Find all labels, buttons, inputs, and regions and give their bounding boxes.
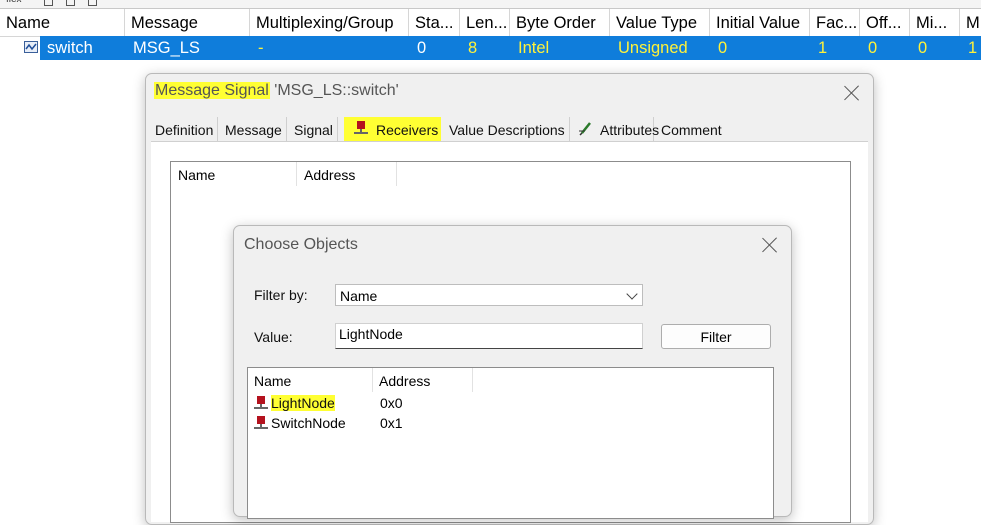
column-header-max[interactable]: M	[960, 9, 981, 36]
object-address: 0x0	[380, 395, 403, 411]
dialog-title-rest: 'MSG_LS::switch'	[269, 82, 399, 99]
signal-table-header: Name Message Multiplexing/Group Sta... L…	[0, 9, 981, 37]
tab-receivers-label: Receivers	[376, 122, 439, 138]
table-row[interactable]: switch MSG_LS - 0 8 Intel Unsigned 0 1 0…	[0, 36, 981, 60]
pencil-icon	[579, 122, 591, 136]
cell-message: MSG_LS	[133, 39, 200, 57]
cell-min: 0	[918, 39, 928, 57]
cell-name: switch	[47, 39, 93, 57]
column-header-value-type[interactable]: Value Type	[610, 9, 710, 36]
list-header-address[interactable]: Address	[373, 368, 473, 392]
toolbar-label: flex	[6, 0, 22, 5]
cell-multiplexing: -	[258, 39, 264, 57]
object-name-rest: SwitchNode	[271, 415, 346, 431]
dialog-title-highlight: Message Signal	[154, 82, 270, 99]
filter-by-label: Filter by:	[254, 287, 308, 303]
value-input-text: LightNode	[339, 326, 403, 342]
toolbar-button-icon[interactable]	[88, 0, 97, 6]
column-header-factor[interactable]: Fac...	[810, 9, 860, 36]
close-icon[interactable]	[761, 236, 779, 254]
list-header-name[interactable]: Name	[248, 368, 373, 392]
column-header-message[interactable]: Message	[125, 9, 250, 36]
tab-attributes-label: Attributes	[600, 122, 660, 138]
tab-definition[interactable]: Definition	[151, 117, 219, 141]
cell-factor: 1	[818, 39, 828, 57]
column-header-initial-value[interactable]: Initial Value	[710, 9, 810, 36]
value-label: Value:	[254, 329, 293, 345]
object-name: SwitchNode	[271, 413, 346, 433]
object-address: 0x1	[380, 415, 403, 431]
list-item[interactable]: LightNode 0x0	[248, 393, 768, 413]
tab-attributes[interactable]: Attributes	[569, 117, 659, 141]
signal-icon	[24, 41, 38, 53]
cell-byte-order: Intel	[518, 39, 550, 57]
value-input[interactable]: LightNode	[335, 323, 643, 349]
column-header-byte-order[interactable]: Byte Order	[510, 9, 610, 36]
node-icon	[254, 396, 268, 409]
tab-message[interactable]: Message	[221, 117, 287, 141]
list-item[interactable]: SwitchNode 0x1	[248, 413, 768, 433]
choose-objects-dialog: Choose Objects Filter by: Name Value: Li…	[233, 225, 792, 519]
column-header-length[interactable]: Len...	[460, 9, 510, 36]
filter-by-select[interactable]: Name	[335, 284, 643, 306]
toolbar: flex	[0, 0, 981, 9]
list-header-address[interactable]: Address	[297, 162, 397, 186]
cell-initial-value: 0	[718, 39, 728, 57]
node-icon	[254, 416, 268, 429]
tab-value-descriptions[interactable]: Value Descriptions	[445, 117, 570, 141]
cell-length: 8	[468, 39, 478, 57]
objects-list[interactable]: Name Address LightNode 0x0 SwitchNode 0x…	[247, 367, 774, 519]
dialog-title: Choose Objects	[244, 236, 358, 253]
column-header-offset[interactable]: Off...	[860, 9, 910, 36]
filter-by-value: Name	[340, 288, 378, 304]
cell-startbit: 0	[417, 39, 427, 57]
tab-receivers[interactable]: Receivers	[344, 117, 441, 141]
dialog-title: Message Signal 'MSG_LS::switch'	[154, 82, 399, 100]
cell-value-type: Unsigned	[618, 39, 688, 57]
tab-comment[interactable]: Comment	[657, 117, 726, 141]
list-header-name[interactable]: Name	[171, 162, 297, 186]
cell-max: 1	[968, 39, 978, 57]
column-header-startbit[interactable]: Sta...	[409, 9, 460, 36]
filter-button[interactable]: Filter	[661, 324, 771, 349]
toolbar-button-icon[interactable]	[66, 0, 75, 6]
column-header-multiplexing[interactable]: Multiplexing/Group	[250, 9, 409, 36]
chevron-down-icon	[626, 288, 638, 300]
tab-signal[interactable]: Signal	[290, 117, 338, 141]
toolbar-button-icon[interactable]	[44, 0, 53, 6]
object-name-highlight: LightNode	[271, 395, 335, 411]
close-icon[interactable]	[843, 84, 861, 102]
column-header-name[interactable]: Name	[0, 9, 125, 36]
column-header-min[interactable]: Mi...	[910, 9, 960, 36]
cell-offset: 0	[868, 39, 878, 57]
object-name: LightNode	[271, 393, 335, 413]
node-icon	[354, 121, 368, 134]
